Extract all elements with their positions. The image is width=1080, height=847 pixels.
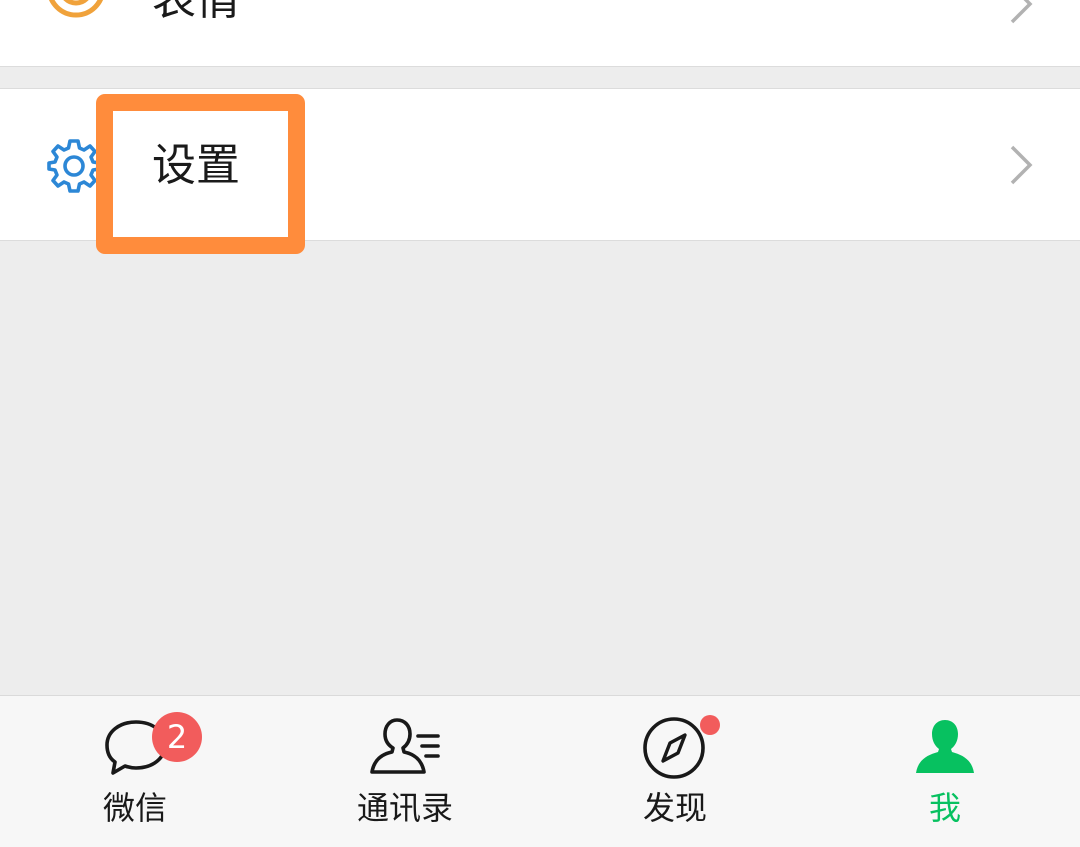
- unread-badge: 2: [152, 712, 202, 762]
- notification-dot: [700, 715, 720, 735]
- tab-label: 发现: [642, 789, 707, 827]
- person-icon: [916, 720, 974, 773]
- tab-discover[interactable]: 发现: [540, 696, 810, 847]
- tab-label: 通讯录: [356, 789, 453, 827]
- list-item-stickers[interactable]: 表情: [0, 0, 1080, 67]
- bottom-tab-bar: 2 微信 通讯录 发现 我: [0, 695, 1080, 847]
- sticker-icon: [49, 0, 103, 18]
- tab-chats[interactable]: 2 微信: [0, 696, 270, 847]
- tab-contacts[interactable]: 通讯录: [270, 696, 540, 847]
- list-item-label: 表情: [152, 0, 240, 22]
- gear-icon: [47, 139, 101, 193]
- contacts-icon: [370, 718, 440, 774]
- tab-label: 微信: [102, 789, 167, 827]
- tab-label: 我: [928, 789, 961, 827]
- chevron-right-icon: [1010, 145, 1033, 185]
- chevron-right-icon: [1010, 0, 1033, 24]
- compass-icon: [643, 717, 705, 779]
- highlight-box: [96, 94, 305, 254]
- tab-me[interactable]: 我: [810, 696, 1080, 847]
